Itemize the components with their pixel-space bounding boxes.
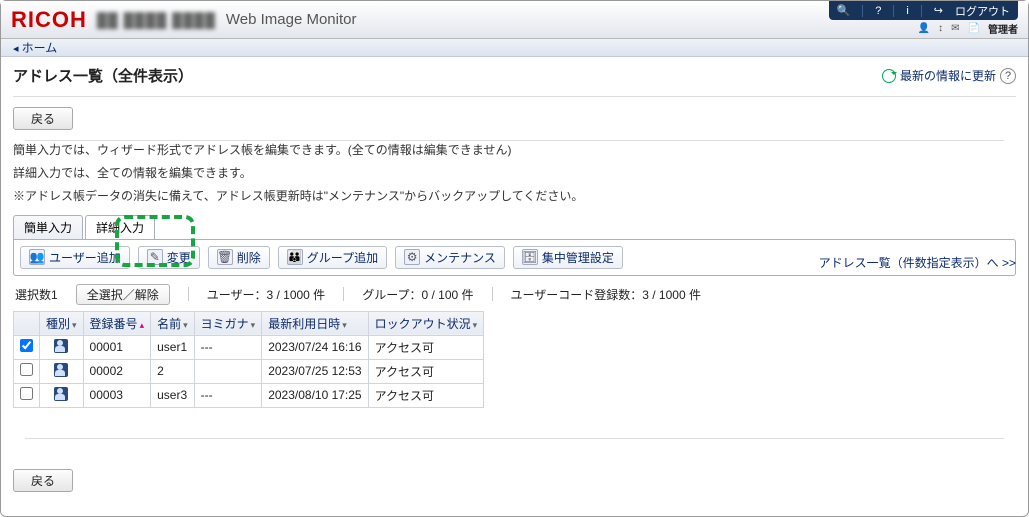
search-icon[interactable]: 🔍 bbox=[837, 4, 851, 17]
role-label: 管理者 bbox=[988, 21, 1018, 36]
page-title: アドレス一覧（全件表示） bbox=[13, 65, 193, 86]
gear-icon: ⚙ bbox=[404, 249, 420, 265]
status-icon-2: ↕ bbox=[938, 23, 943, 34]
col-name[interactable]: 名前▾ bbox=[151, 311, 195, 335]
app-name: Web Image Monitor bbox=[226, 11, 357, 28]
user-plus-icon: 👥 bbox=[29, 249, 45, 265]
cell-lastused: 2023/07/25 12:53 bbox=[262, 359, 368, 383]
desc-line3: ※アドレス帳データの消失に備えて、アドレス帳更新時は"メンテナンス"からバックア… bbox=[13, 187, 1016, 206]
maintenance-button[interactable]: ⚙メンテナンス bbox=[395, 246, 505, 269]
status-icon-3: ✉ bbox=[951, 23, 959, 34]
cell-lastused: 2023/08/10 17:25 bbox=[262, 383, 368, 407]
row-checkbox[interactable] bbox=[20, 363, 33, 376]
pencil-icon: ✎ bbox=[147, 249, 163, 265]
col-lockout[interactable]: ロックアウト状況▾ bbox=[368, 311, 484, 335]
refresh-link[interactable]: 最新の情報に更新 bbox=[900, 67, 996, 84]
count-view-link[interactable]: アドレス一覧（件数指定表示）へ >> bbox=[819, 254, 1016, 271]
col-lastused[interactable]: 最新利用日時▾ bbox=[262, 311, 368, 335]
col-kana[interactable]: ヨミガナ▾ bbox=[194, 311, 262, 335]
help-icon[interactable]: ? bbox=[1000, 68, 1016, 84]
info-icon[interactable]: i bbox=[906, 5, 908, 17]
logout-icon[interactable]: ↪ bbox=[934, 4, 943, 17]
cell-regno: 00003 bbox=[83, 383, 151, 407]
brand-logo: RICOH bbox=[11, 7, 87, 33]
cell-lastused: 2023/07/24 16:16 bbox=[262, 335, 368, 359]
address-table: 種別▾ 登録番号▴ 名前▾ ヨミガナ▾ 最新利用日時▾ ロックアウト状況▾ 00… bbox=[13, 311, 484, 408]
table-row[interactable]: 00001user1---2023/07/24 16:16アクセス可 bbox=[14, 335, 484, 359]
back-button[interactable]: 戻る bbox=[13, 107, 73, 130]
user-icon bbox=[54, 387, 68, 401]
cell-lockout: アクセス可 bbox=[368, 335, 484, 359]
cell-lockout: アクセス可 bbox=[368, 383, 484, 407]
group-icon: 👪 bbox=[287, 249, 303, 265]
desc-line2: 詳細入力では、全ての情報を編集できます。 bbox=[13, 164, 1016, 183]
back-button-bottom[interactable]: 戻る bbox=[13, 469, 73, 492]
add-user-button[interactable]: 👥ユーザー追加 bbox=[20, 246, 130, 269]
selection-count: 1 bbox=[51, 288, 58, 302]
status-icon-4: 📄 bbox=[968, 23, 980, 34]
cell-kana bbox=[194, 359, 262, 383]
cell-kana: --- bbox=[194, 383, 262, 407]
add-group-button[interactable]: 👪グループ追加 bbox=[278, 246, 387, 269]
user-icon bbox=[54, 339, 68, 353]
desc-line1: 簡単入力では、ウィザード形式でアドレス帳を編集できます。(全ての情報は編集できま… bbox=[13, 141, 1016, 160]
table-row[interactable]: 000022 2023/07/25 12:53アクセス可 bbox=[14, 359, 484, 383]
cell-name: user1 bbox=[151, 335, 195, 359]
selection-label: 選択数 bbox=[15, 288, 51, 302]
row-checkbox[interactable] bbox=[20, 387, 33, 400]
table-row[interactable]: 00003user3---2023/08/10 17:25アクセス可 bbox=[14, 383, 484, 407]
code-count: ユーザーコード登録数：3 / 1000 件 bbox=[511, 286, 701, 303]
col-check[interactable] bbox=[14, 311, 40, 335]
refresh-icon[interactable] bbox=[882, 69, 896, 83]
edit-button[interactable]: ✎変更 bbox=[138, 246, 200, 269]
breadcrumb[interactable]: ◂ ホーム bbox=[1, 39, 1028, 57]
col-regno[interactable]: 登録番号▴ bbox=[83, 311, 151, 335]
model-name: ██ ████ ████ bbox=[97, 12, 216, 28]
logout-link[interactable]: ログアウト bbox=[955, 3, 1010, 19]
cell-kana: --- bbox=[194, 335, 262, 359]
status-icon-1: 👤 bbox=[918, 23, 930, 34]
trash-icon: 🗑 bbox=[217, 249, 233, 265]
db-icon: 🗄 bbox=[522, 249, 538, 265]
cell-name: user3 bbox=[151, 383, 195, 407]
cell-regno: 00001 bbox=[83, 335, 151, 359]
delete-button[interactable]: 🗑削除 bbox=[208, 246, 270, 269]
tab-simple[interactable]: 簡単入力 bbox=[13, 215, 83, 239]
user-count: ユーザー：3 / 1000 件 bbox=[207, 286, 325, 303]
cell-regno: 00002 bbox=[83, 359, 151, 383]
select-all-button[interactable]: 全選択／解除 bbox=[76, 284, 170, 305]
tab-detail[interactable]: 詳細入力 bbox=[85, 215, 155, 239]
col-type[interactable]: 種別▾ bbox=[40, 311, 84, 335]
central-button[interactable]: 🗄集中管理設定 bbox=[513, 246, 623, 269]
cell-name: 2 bbox=[151, 359, 195, 383]
row-checkbox[interactable] bbox=[20, 339, 33, 352]
group-count: グループ：0 / 100 件 bbox=[362, 286, 473, 303]
user-icon bbox=[54, 363, 68, 377]
cell-lockout: アクセス可 bbox=[368, 359, 484, 383]
help-top-icon[interactable]: ? bbox=[875, 5, 881, 17]
